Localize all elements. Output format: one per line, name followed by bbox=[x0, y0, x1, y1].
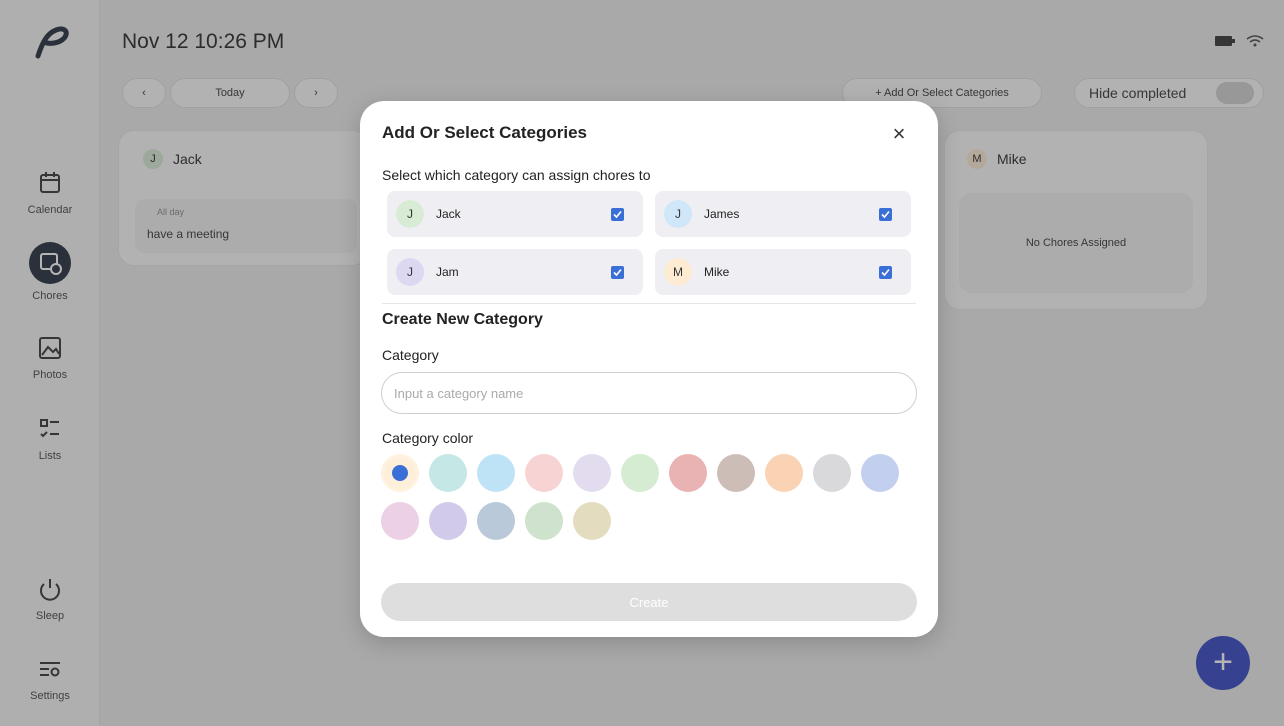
create-section-title: Create New Category bbox=[382, 311, 543, 328]
color-swatch[interactable] bbox=[525, 502, 563, 540]
category-name: James bbox=[704, 207, 740, 221]
color-swatch[interactable] bbox=[429, 454, 467, 492]
category-name: Jack bbox=[436, 207, 461, 221]
color-swatch[interactable] bbox=[477, 502, 515, 540]
create-button[interactable]: Create bbox=[381, 583, 917, 621]
category-checkbox[interactable] bbox=[879, 207, 892, 221]
avatar: J bbox=[396, 200, 424, 228]
category-name: Mike bbox=[704, 265, 730, 279]
category-item-jack[interactable]: J Jack bbox=[387, 191, 643, 237]
check-icon bbox=[613, 268, 622, 276]
avatar: J bbox=[396, 258, 424, 286]
check-icon bbox=[881, 268, 890, 276]
color-swatch[interactable] bbox=[477, 454, 515, 492]
dialog-title: Add Or Select Categories bbox=[382, 123, 588, 142]
check-icon bbox=[881, 210, 890, 218]
divider bbox=[382, 303, 916, 304]
color-swatch[interactable] bbox=[573, 502, 611, 540]
category-item-james[interactable]: J James bbox=[655, 191, 911, 237]
category-name-input[interactable] bbox=[382, 373, 916, 413]
dialog-subtitle: Select which category can assign chores … bbox=[382, 167, 651, 183]
category-color-label: Category color bbox=[382, 430, 474, 446]
avatar: M bbox=[664, 258, 692, 286]
category-item-mike[interactable]: M Mike bbox=[655, 249, 911, 295]
color-swatch[interactable] bbox=[525, 454, 563, 492]
category-checkbox[interactable] bbox=[611, 265, 624, 279]
check-icon bbox=[613, 210, 622, 218]
close-button[interactable]: × bbox=[886, 121, 912, 147]
category-input-wrapper bbox=[381, 372, 917, 414]
color-swatch[interactable] bbox=[621, 454, 659, 492]
categories-dialog: Add Or Select Categories × Select which … bbox=[360, 101, 938, 637]
color-swatch[interactable] bbox=[813, 454, 851, 492]
color-swatch[interactable] bbox=[717, 454, 755, 492]
category-checkbox[interactable] bbox=[879, 265, 892, 279]
avatar: J bbox=[664, 200, 692, 228]
check-circle-icon bbox=[392, 465, 408, 481]
close-icon: × bbox=[892, 121, 906, 146]
category-checkbox[interactable] bbox=[611, 207, 624, 221]
color-swatch[interactable] bbox=[573, 454, 611, 492]
category-label: Category bbox=[382, 347, 439, 363]
color-swatch[interactable] bbox=[381, 502, 419, 540]
create-button-label: Create bbox=[629, 594, 669, 610]
color-swatch[interactable] bbox=[861, 454, 899, 492]
color-swatch[interactable] bbox=[765, 454, 803, 492]
color-swatch[interactable] bbox=[429, 502, 467, 540]
color-swatch[interactable] bbox=[669, 454, 707, 492]
category-name: Jam bbox=[436, 265, 459, 279]
category-item-jam[interactable]: J Jam bbox=[387, 249, 643, 295]
color-swatch-selected[interactable] bbox=[381, 454, 419, 492]
